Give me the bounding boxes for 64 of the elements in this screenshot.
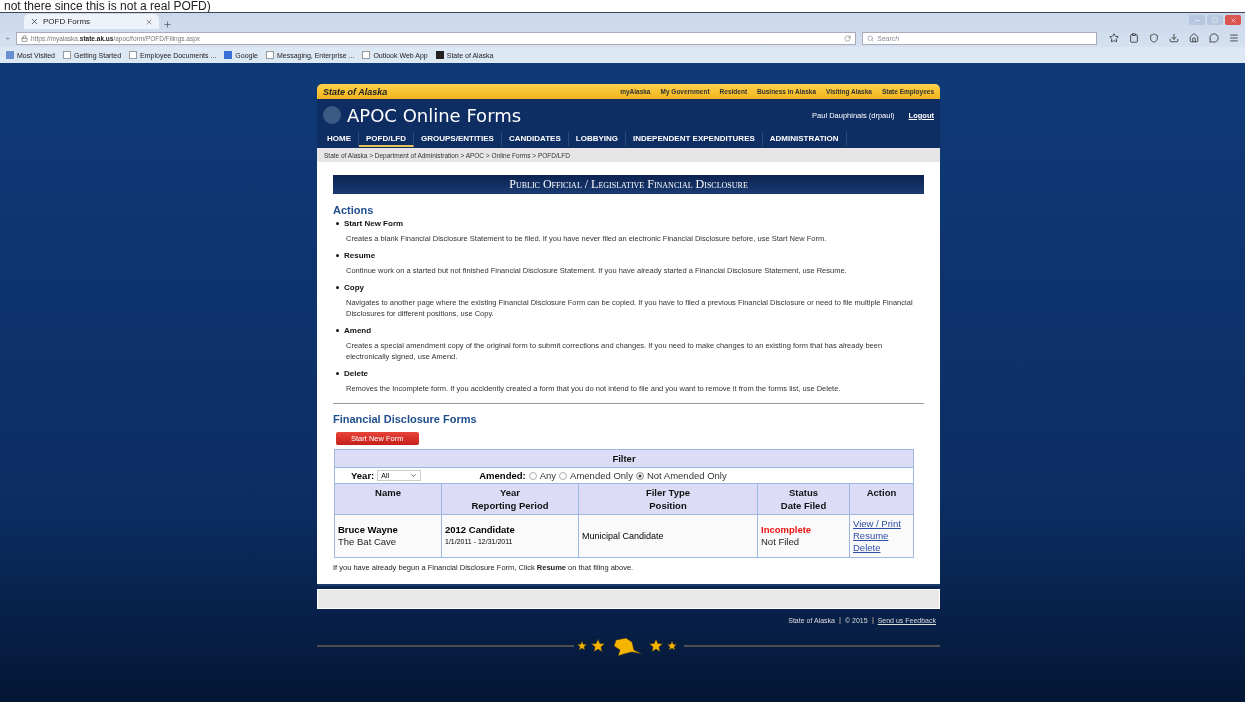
- action-title: Delete: [344, 369, 368, 378]
- bullet-icon: [336, 286, 339, 289]
- chat-icon[interactable]: [1209, 33, 1219, 43]
- reload-icon[interactable]: [844, 34, 851, 42]
- bullet-icon: [336, 329, 339, 332]
- column-header: Name: [334, 483, 442, 515]
- caret-icon: [410, 472, 418, 479]
- browser-tab[interactable]: POFD Forms: [24, 14, 159, 29]
- search-icon: [867, 34, 874, 42]
- star-icon[interactable]: [1109, 33, 1119, 43]
- seal-icon: [323, 106, 341, 124]
- radio-label[interactable]: Any: [539, 470, 557, 481]
- radio-label[interactable]: Amended Only: [570, 470, 633, 481]
- minimize-button[interactable]: [1189, 15, 1205, 25]
- close-button[interactable]: [1225, 15, 1241, 25]
- lock-icon: [21, 34, 28, 42]
- date-filed: Not Filed: [761, 536, 800, 548]
- filer-location: The Bat Cave: [338, 536, 398, 548]
- action-title: Amend: [344, 326, 372, 335]
- restore-icon: [1212, 17, 1218, 23]
- column-header: Year Reporting Period: [441, 483, 579, 515]
- close-icon: [1229, 16, 1237, 24]
- action-title: Resume: [344, 251, 376, 260]
- tab-favicon-icon: [30, 17, 39, 26]
- menu-icon[interactable]: [1229, 33, 1239, 43]
- page-banner: Public Official / Legislative Financial Disclosure: [333, 175, 924, 194]
- clipboard-icon[interactable]: [1129, 33, 1139, 43]
- nav-tab[interactable]: LOBBYING: [568, 132, 626, 147]
- close-icon[interactable]: [145, 17, 153, 26]
- table-cell: Municipal Candidate: [578, 514, 758, 558]
- section-heading: Actions: [333, 204, 375, 216]
- column-header: Filer Type Position: [578, 483, 758, 515]
- action-title: Start New Form: [344, 219, 404, 228]
- bullet-icon: [336, 222, 339, 225]
- column-header: Action: [849, 483, 914, 515]
- amended-label: Amended:: [479, 470, 526, 481]
- filter-header: Filter: [334, 449, 914, 468]
- bullet-icon: [336, 372, 339, 375]
- nav-tab[interactable]: HOME: [320, 132, 359, 147]
- new-tab-icon[interactable]: [163, 20, 172, 29]
- shield-icon[interactable]: [1149, 33, 1159, 43]
- filer-name: Bruce Wayne: [338, 524, 399, 536]
- site-title: APOC Online Forms: [347, 104, 522, 126]
- radio-button[interactable]: [528, 471, 537, 480]
- action-link[interactable]: Delete: [853, 542, 910, 554]
- state-brand[interactable]: State of Alaska: [323, 86, 388, 97]
- section-heading: Financial Disclosure Forms: [333, 413, 478, 425]
- action-title: Copy: [344, 283, 364, 292]
- nav-tab[interactable]: GROUPS/ENTITIES: [414, 132, 502, 147]
- radio-button[interactable]: [559, 471, 568, 480]
- action-link[interactable]: View / Print: [853, 518, 910, 530]
- action-link[interactable]: Resume: [853, 530, 910, 542]
- home-icon[interactable]: [1189, 33, 1199, 43]
- bullet-icon: [336, 254, 339, 257]
- year-label: Year:: [351, 470, 375, 481]
- download-icon[interactable]: [1169, 33, 1179, 43]
- column-header: Status Date Filed: [757, 483, 850, 515]
- radio-label[interactable]: Not Amended Only: [646, 470, 727, 481]
- nav-tab[interactable]: CANDIDATES: [501, 132, 569, 147]
- nav-tab[interactable]: ADMINISTRATION: [762, 132, 847, 147]
- status-text: Incomplete: [761, 524, 813, 536]
- filing-year: 2012 Candidate: [445, 524, 516, 536]
- nav-tab[interactable]: INDEPENDENT EXPENDITURES: [626, 132, 763, 147]
- radio-button[interactable]: [635, 471, 644, 480]
